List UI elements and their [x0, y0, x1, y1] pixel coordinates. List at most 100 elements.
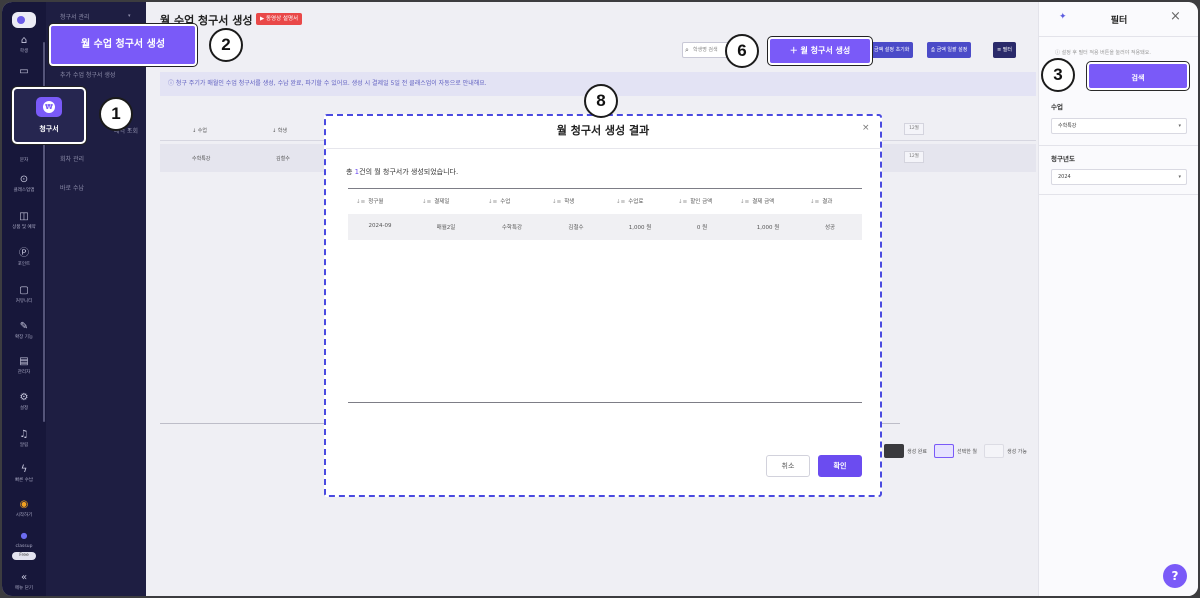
- sort-icon: ↓≡: [422, 199, 432, 205]
- rail-item-admin[interactable]: ▤ 관리자: [2, 356, 46, 376]
- divider: [326, 148, 880, 149]
- filter-search-button[interactable]: 검색: [1087, 62, 1189, 90]
- submenu-item-monthly-invoice[interactable]: 월 수업 청구서 생성: [49, 24, 197, 66]
- video-guide-button[interactable]: ▶ 동영상 설명서: [256, 13, 303, 25]
- cell-class: 수학특강: [501, 225, 523, 231]
- rail-item-community[interactable]: ▢ 커뮤니티: [2, 285, 46, 305]
- plan-badge: Free: [12, 552, 36, 560]
- help-icon[interactable]: ?: [1163, 564, 1187, 588]
- app-window: ⌂ 학생 ▭ 문자 ⊙ 클래스업앱 ◫ 상품 및 예약 Ⓟ 포인트 ▢ 커뮤니티…: [2, 2, 1198, 596]
- sort-icon: ↓≡: [740, 199, 750, 205]
- submenu-item-quick-pay[interactable]: 바로 수납: [60, 183, 84, 192]
- column-header-class[interactable]: ↓ 수업: [192, 127, 207, 134]
- column-header-payment[interactable]: ↓≡ 결제 금액: [740, 197, 774, 205]
- chevron-down-icon: ▾: [1178, 123, 1181, 129]
- bulk-amount-button[interactable]: ⎙ 금액 일괄 설정: [927, 42, 972, 58]
- submenu-item-extra-invoice[interactable]: 추가 수업 청구서 생성: [60, 70, 115, 79]
- extension-icon: ✎: [19, 321, 29, 332]
- sort-icon: ↓≡: [616, 199, 626, 205]
- callout-1: 1: [99, 97, 133, 131]
- sidebar-item-invoice[interactable]: ₩ 청구서: [12, 87, 86, 144]
- filter-note: ⓘ 설정 후 필터 적용 버튼을 눌러야 적용돼요.: [1055, 50, 1151, 56]
- result-table-header: ↓≡ 청구월 ↓≡ 결제일 ↓≡ 수업 ↓≡ 학생 ↓≡ 수업료 ↓≡ 할인 금액 ↓≡ 결제…: [348, 190, 862, 212]
- cell-discount: 0 원: [696, 225, 708, 231]
- legend-swatch-done: [884, 444, 904, 458]
- column-header-student[interactable]: ↓ 학생: [272, 127, 287, 134]
- cancel-button[interactable]: 취소: [766, 455, 810, 477]
- result-summary: 총 1건의 월 청구서가 생성되었습니다.: [346, 168, 459, 176]
- search-icon: ⌕: [685, 46, 689, 54]
- brand-icon: ●: [20, 531, 28, 540]
- location-icon: ⊙: [19, 174, 29, 185]
- callout-2: 2: [209, 28, 243, 62]
- rail-item-calendar[interactable]: ▭: [2, 66, 46, 78]
- year-select[interactable]: 2024 ▾: [1051, 169, 1187, 185]
- lightning-icon: ϟ: [20, 464, 28, 475]
- callout-8: 8: [584, 84, 618, 118]
- rail-item-sms[interactable]: 문자: [2, 144, 46, 164]
- legend-label-available: 생성 가능: [1007, 449, 1027, 455]
- close-icon[interactable]: ×: [1170, 9, 1181, 24]
- cell-student: 김철수: [276, 156, 290, 162]
- sort-icon: ↓≡: [552, 199, 562, 205]
- double-chevron-left-icon: «: [20, 572, 28, 583]
- rail-item-extensions[interactable]: ✎ 확장 기능: [2, 321, 46, 341]
- point-icon: Ⓟ: [19, 248, 29, 259]
- rail-item-notifications[interactable]: ♫ 알림: [2, 429, 46, 449]
- cell-payday: 매월2일: [436, 225, 456, 231]
- sort-icon: ↓≡: [678, 199, 688, 205]
- rail-item-points[interactable]: Ⓟ 포인트: [2, 248, 46, 268]
- admin-icon: ▤: [19, 356, 29, 367]
- callout-6: 6: [725, 34, 759, 68]
- month-cell[interactable]: 12월: [904, 151, 924, 163]
- column-header-student[interactable]: ↓≡ 학생: [552, 197, 574, 205]
- column-header-fee[interactable]: ↓≡ 수업료: [616, 197, 643, 205]
- cell-month: 2024-09: [368, 223, 392, 229]
- rail-item-app[interactable]: ⊙ 클래스업앱: [2, 174, 46, 194]
- rail-item-products[interactable]: ◫ 상품 및 예약: [2, 211, 46, 231]
- divider: [348, 402, 862, 403]
- rail-item-quick-pay[interactable]: ϟ 빠른 수납: [2, 464, 46, 484]
- community-icon: ▢: [19, 285, 29, 296]
- column-header-payday[interactable]: ↓≡ 결제일: [422, 197, 449, 205]
- column-header-discount[interactable]: ↓≡ 할인 금액: [678, 197, 712, 205]
- sort-icon: ↓≡: [488, 199, 498, 205]
- legend-swatch-available: [984, 444, 1004, 458]
- month-cell[interactable]: 12월: [904, 123, 924, 135]
- legend-swatch-selected: [934, 444, 954, 458]
- reset-amount-button[interactable]: 금액 설정 초기화: [870, 42, 914, 58]
- settings-icon: ⚙: [19, 392, 29, 403]
- cell-fee: 1,000 원: [628, 225, 652, 231]
- class-label: 수업: [1051, 103, 1063, 111]
- modal-title: 월 청구서 생성 결과: [556, 124, 650, 137]
- confirm-button[interactable]: 확인: [818, 455, 862, 477]
- class-select[interactable]: 수학특강 ▾: [1051, 118, 1187, 134]
- rail-item-start[interactable]: ◉ 시작하기: [2, 499, 46, 519]
- callout-3: 3: [1041, 58, 1075, 92]
- chevron-down-icon: ▾: [128, 127, 131, 133]
- legend-label-selected: 선택한 월: [957, 449, 977, 455]
- chevron-down-icon: ▾: [128, 13, 131, 19]
- year-label: 청구년도: [1051, 155, 1075, 163]
- collapse-menu[interactable]: « 메뉴 닫기: [2, 572, 46, 592]
- cell-student: 김철수: [568, 225, 584, 231]
- close-icon[interactable]: ×: [862, 123, 870, 133]
- rail-item-students[interactable]: ⌂ 학생: [2, 35, 46, 55]
- calendar-icon: ▭: [19, 66, 29, 77]
- divider: [1039, 145, 1198, 146]
- column-header-class[interactable]: ↓≡ 수업: [488, 197, 510, 205]
- submenu-item-sessions[interactable]: 회차 관리: [60, 154, 84, 163]
- divider: [1039, 194, 1198, 195]
- chat-icon: [2, 144, 46, 156]
- logo-icon[interactable]: [12, 12, 36, 28]
- column-header-result[interactable]: ↓≡ 결과: [810, 197, 832, 205]
- table-row[interactable]: 2024-09 매월2일 수학특강 김철수 1,000 원 0 원 1,000 …: [348, 214, 862, 240]
- chevron-down-icon: ▾: [1178, 174, 1181, 180]
- create-monthly-invoice-button[interactable]: ＋ 월 청구서 생성: [768, 37, 872, 65]
- rail-item-settings[interactable]: ⚙ 설정: [2, 392, 46, 412]
- filter-button[interactable]: ≡ 필터: [993, 42, 1016, 58]
- sort-icon: ↓≡: [810, 199, 820, 205]
- column-header-month[interactable]: ↓≡ 청구월: [356, 197, 383, 205]
- submenu-item-invoice-management[interactable]: 청구서 관리: [60, 12, 90, 21]
- won-icon: ₩: [36, 97, 62, 117]
